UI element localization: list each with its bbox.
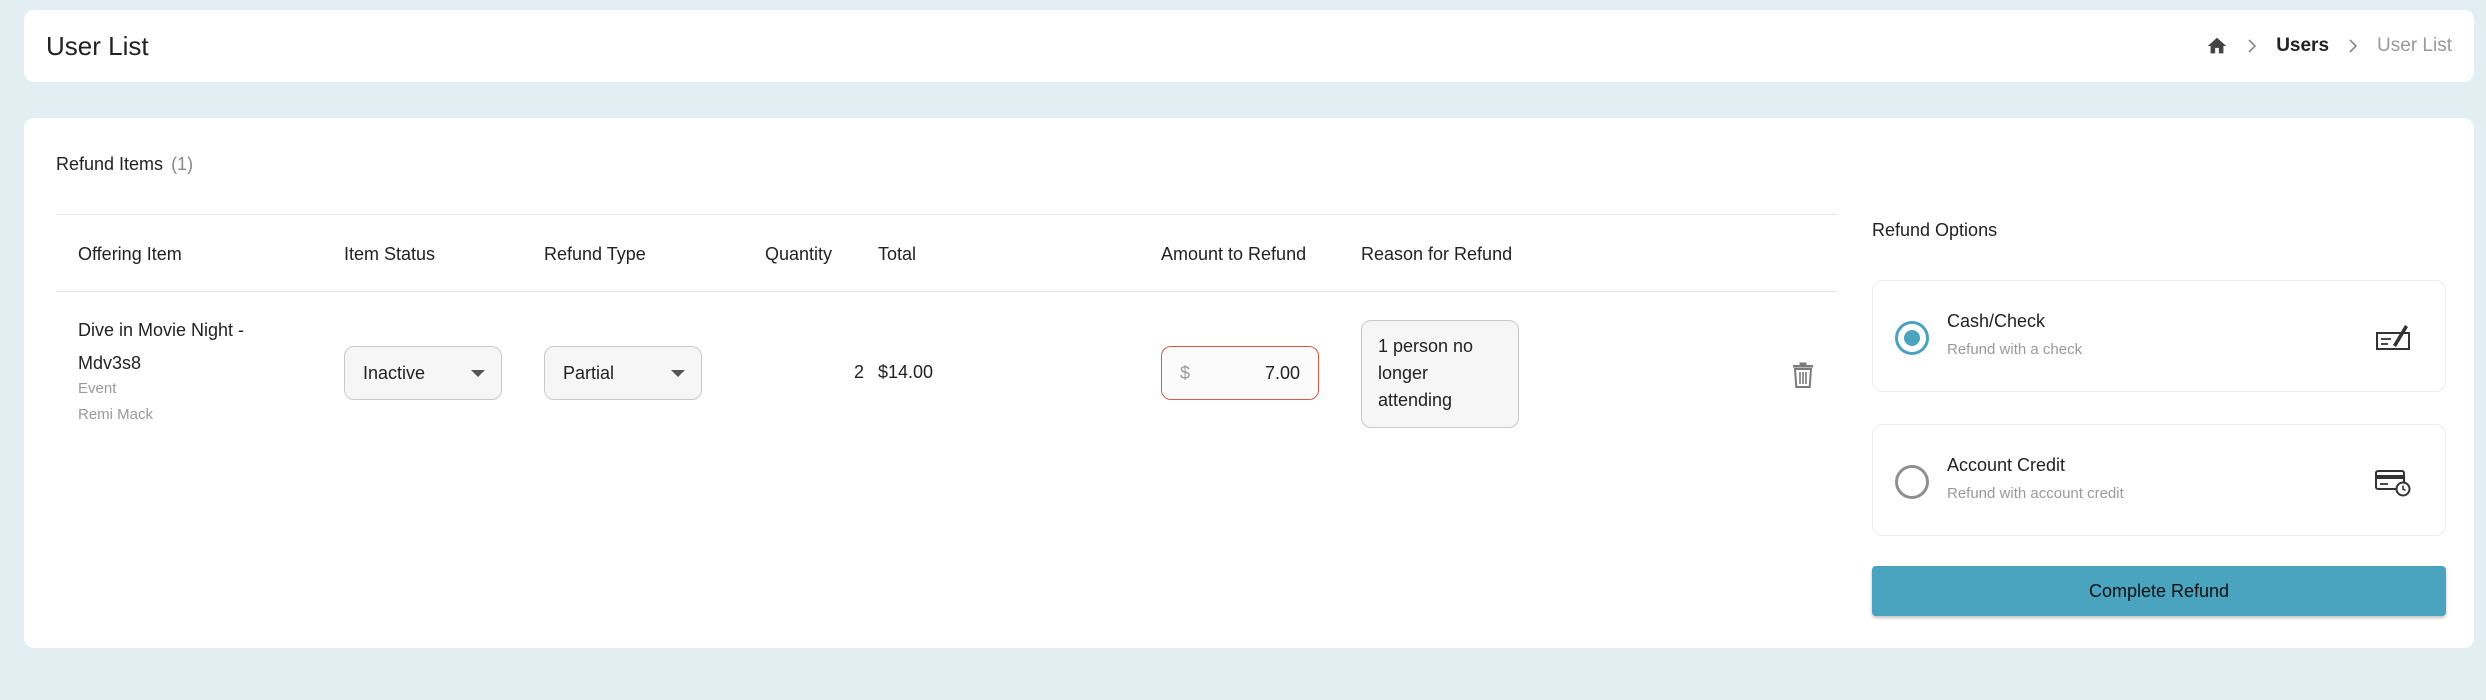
refund-items-title: Refund Items (56, 154, 164, 174)
column-amount-to-refund: Amount to Refund (1161, 244, 1307, 264)
item-status-value: Inactive (363, 362, 426, 383)
reason-for-refund-textarea[interactable]: 1 person no longer attending (1361, 320, 1519, 428)
cash-check-label: Cash/Check (1947, 311, 2046, 331)
breadcrumb-current: User List (2377, 35, 2452, 56)
offering-name: Dive in Movie Night - Mdv3s8 (78, 320, 245, 373)
refund-type-value: Partial (563, 362, 615, 383)
total-value: $14.00 (878, 362, 934, 382)
refund-option-cash-check[interactable]: Cash/Check Refund with a check (1872, 280, 2446, 392)
account-credit-description: Refund with account credit (1947, 485, 2124, 502)
chevron-right-icon (2347, 38, 2359, 54)
cash-check-description: Refund with a check (1947, 341, 2083, 358)
account-credit-label: Account Credit (1947, 455, 2066, 475)
column-item-status: Item Status (344, 244, 436, 264)
delete-icon[interactable] (1792, 362, 1814, 388)
column-offering-item: Offering Item (78, 244, 182, 264)
table-row: Dive in Movie Night - Mdv3s8 Event Remi … (56, 292, 1838, 452)
refund-type-select[interactable]: Partial (544, 346, 702, 400)
item-status-select[interactable]: Inactive (344, 346, 502, 400)
page-title: User List (46, 30, 149, 61)
refund-items-heading: Refund Items (1) (56, 154, 193, 175)
credit-card-clock-icon (2375, 465, 2411, 497)
column-reason-for-refund: Reason for Refund (1361, 244, 1513, 264)
caret-down-icon (671, 369, 685, 377)
page-header: User List Users User List (24, 10, 2474, 82)
table-header: Offering Item Item Status Refund Type Qu… (56, 214, 1838, 292)
offering-owner: Remi Mack (78, 406, 154, 423)
complete-refund-button[interactable]: Complete Refund (1872, 566, 2446, 616)
quantity-value: 2 (853, 362, 864, 382)
amount-to-refund-input[interactable]: $ 7.00 (1161, 346, 1319, 400)
breadcrumb-users-link[interactable]: Users (2276, 35, 2329, 57)
refund-items-count: (1) (171, 154, 194, 174)
offering-type: Event (78, 380, 117, 397)
caret-down-icon (471, 369, 485, 377)
refund-options-title: Refund Options (1872, 220, 1998, 240)
refund-option-account-credit[interactable]: Account Credit Refund with account credi… (1872, 424, 2446, 536)
account-credit-radio[interactable] (1895, 465, 1929, 499)
refund-card: Refund Items (1) Offering Item Item Statu… (24, 118, 2474, 648)
currency-symbol: $ (1180, 362, 1191, 383)
check-payment-icon (2375, 321, 2411, 353)
chevron-right-icon (2246, 38, 2258, 54)
column-refund-type: Refund Type (544, 244, 646, 264)
cash-check-radio[interactable] (1895, 321, 1929, 355)
home-icon[interactable] (2206, 35, 2228, 57)
amount-value: 7.00 (1264, 362, 1300, 383)
refund-items-table: Offering Item Item Status Refund Type Qu… (56, 214, 1838, 452)
column-quantity: Quantity (765, 244, 833, 264)
column-total: Total (878, 244, 917, 264)
breadcrumb: Users User List (2206, 35, 2452, 57)
